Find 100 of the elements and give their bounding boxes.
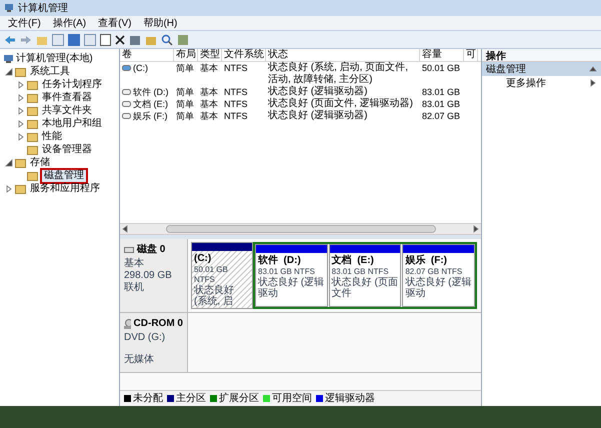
action-link[interactable]: 更多操作 bbox=[506, 76, 546, 90]
folder-icon bbox=[27, 92, 38, 102]
computer-icon bbox=[3, 54, 14, 64]
column-header[interactable]: 状态 bbox=[266, 49, 420, 61]
legend-label: 逻辑驱动器 bbox=[325, 392, 375, 406]
actions-header: 操作 bbox=[482, 49, 601, 62]
tree-item[interactable]: 任务计划程序 bbox=[40, 78, 104, 90]
folder-icon bbox=[27, 80, 38, 90]
folder-icon bbox=[15, 66, 26, 76]
disk-detail: 298.09 GB bbox=[124, 270, 173, 282]
column-header[interactable]: 可 bbox=[464, 49, 478, 61]
table-cell: 83.01 GB bbox=[422, 86, 460, 98]
submenu-arrow-icon[interactable] bbox=[589, 79, 597, 87]
tree-item[interactable]: 性能 bbox=[40, 130, 64, 142]
menu-item[interactable]: 帮助(H) bbox=[143, 16, 178, 30]
legend-label: 未分配 bbox=[133, 392, 163, 406]
expanded-arrow-icon[interactable] bbox=[5, 158, 13, 166]
table-cell: 文档 (E:) bbox=[133, 98, 168, 110]
menu-item[interactable]: 查看(V) bbox=[98, 16, 132, 30]
tree-item[interactable]: 共享文件夹 bbox=[40, 104, 94, 116]
table-cell: 82.07 GB bbox=[422, 110, 460, 122]
partition-status: 状态良好 (逻辑驱动 bbox=[258, 277, 325, 299]
partition-header-bar bbox=[256, 245, 327, 253]
table-cell: NTFS bbox=[224, 62, 248, 74]
table-cell: 基本 bbox=[200, 110, 218, 122]
menu-item[interactable]: 操作(A) bbox=[52, 16, 86, 30]
column-header[interactable]: 类型 bbox=[198, 49, 222, 61]
menu-item[interactable]: 文件(F) bbox=[8, 16, 41, 30]
partition-block[interactable]: 软件 (D:) 83.01 GB NTFS 状态良好 (逻辑驱动 bbox=[255, 244, 328, 307]
scroll-left-icon[interactable] bbox=[121, 225, 129, 233]
scroll-right-icon[interactable] bbox=[472, 225, 480, 233]
collapsed-arrow-icon[interactable] bbox=[17, 106, 25, 114]
tree-item[interactable]: 磁盘管理 bbox=[40, 168, 88, 184]
tree-item[interactable]: 服务和应用程序 bbox=[28, 182, 102, 194]
partition-name: 文档 (E:) bbox=[332, 255, 375, 267]
table-cell: (C:) bbox=[133, 62, 148, 74]
back-arrow-icon[interactable] bbox=[4, 34, 16, 44]
partition-name: 软件 (D:) bbox=[258, 255, 302, 267]
partition-name: 娱乐 (F:) bbox=[405, 255, 448, 267]
collapsed-arrow-icon[interactable] bbox=[5, 184, 13, 192]
table-cell: 基本 bbox=[200, 98, 218, 110]
tree-root[interactable]: 计算机管理(本地) bbox=[16, 51, 93, 66]
partition-size: 83.01 GB NTFS bbox=[258, 267, 316, 276]
tree-item[interactable]: 存储 bbox=[28, 156, 52, 168]
expanded-arrow-icon[interactable] bbox=[5, 68, 13, 76]
collapsed-arrow-icon[interactable] bbox=[17, 80, 25, 88]
table-cell: 基本 bbox=[200, 62, 218, 74]
folder-icon bbox=[27, 144, 38, 154]
magnifier-icon[interactable] bbox=[161, 34, 173, 46]
disk-detail: 无媒体 bbox=[124, 354, 155, 366]
table-cell: 83.01 GB bbox=[422, 98, 460, 110]
scrollbar-thumb[interactable] bbox=[166, 225, 436, 233]
folder-icon bbox=[15, 184, 26, 194]
table-cell: 软件 (D:) bbox=[133, 86, 168, 98]
folder-icon bbox=[27, 106, 38, 116]
disk-detail: 基本 bbox=[124, 258, 145, 270]
table-cell: 简单 bbox=[176, 62, 194, 74]
table-cell-text: 状态良好 (逻辑驱动器) bbox=[268, 86, 368, 98]
table-cell-text: 状态良好 (系统, 启动, 页面文件, 活动, 故障转储, 主分区) bbox=[268, 62, 409, 86]
partition-block[interactable]: 文档 (E:) 83.01 GB NTFS 状态良好 (页面文件 bbox=[328, 244, 402, 307]
legend-label: 扩展分区 bbox=[219, 392, 259, 406]
table-cell: 基本 bbox=[200, 86, 218, 98]
table-cell-text: 状态良好 (页面文件, 逻辑驱动器) bbox=[268, 98, 413, 110]
drive-icon bbox=[122, 65, 131, 71]
partition-status: 状态良好 (系统, 启 bbox=[194, 285, 235, 307]
partition-size: 83.01 GB NTFS bbox=[332, 267, 390, 276]
tree-item[interactable]: 事件查看器 bbox=[40, 92, 94, 104]
partition-block[interactable]: 娱乐 (F:) 82.07 GB NTFS 状态良好 (逻辑驱动 bbox=[402, 244, 476, 307]
folder-icon bbox=[15, 158, 26, 168]
collapsed-arrow-icon[interactable] bbox=[17, 132, 25, 140]
folder-icon bbox=[27, 132, 38, 142]
folder-icon bbox=[27, 118, 38, 128]
partition-size: 50.01 GB NTFS bbox=[194, 265, 229, 284]
tree-item[interactable]: 本地用户和组 bbox=[40, 118, 104, 130]
partition-status: 状态良好 (逻辑驱动 bbox=[405, 277, 472, 299]
partition-header-bar bbox=[192, 243, 252, 251]
table-cell: 50.01 GB bbox=[422, 62, 460, 74]
collapsed-arrow-icon[interactable] bbox=[17, 120, 25, 128]
collapse-icon[interactable] bbox=[589, 65, 597, 73]
table-cell: NTFS bbox=[224, 110, 248, 122]
legend-label: 可用空间 bbox=[272, 392, 312, 406]
delete-icon[interactable] bbox=[115, 34, 125, 44]
computer-icon bbox=[4, 3, 14, 13]
table-cell: 娱乐 (F:) bbox=[133, 110, 168, 122]
tree-item[interactable]: 设备管理器 bbox=[40, 144, 94, 156]
column-header[interactable]: 布局 bbox=[174, 49, 198, 61]
collapsed-arrow-icon[interactable] bbox=[17, 94, 25, 102]
table-cell: 状态良好 (逻辑驱动器) bbox=[268, 110, 368, 122]
legend-label: 主分区 bbox=[176, 392, 206, 406]
tree-item[interactable]: 系统工具 bbox=[28, 66, 72, 78]
table-cell: 简单 bbox=[176, 86, 194, 98]
table-cell: NTFS bbox=[224, 86, 248, 98]
partition-status: 状态良好 (页面文件 bbox=[332, 277, 398, 299]
table-cell: NTFS bbox=[224, 98, 248, 110]
partition-block[interactable]: (C:) 50.01 GB NTFS 状态良好 (系统, 启 bbox=[191, 242, 253, 309]
column-header[interactable]: 卷 bbox=[120, 49, 174, 61]
partition-name: (C:) bbox=[194, 253, 212, 265]
disk-detail: DVD (G:) bbox=[124, 332, 166, 344]
table-cell: 简单 bbox=[176, 98, 194, 110]
disk-name: CD-ROM 0 bbox=[134, 317, 183, 331]
